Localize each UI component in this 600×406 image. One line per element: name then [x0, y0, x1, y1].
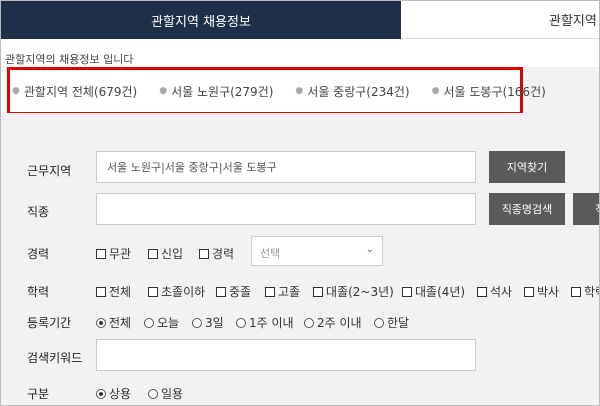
- find-region-button[interactable]: 지역찾기: [489, 151, 565, 183]
- tab-regional-other[interactable]: 관할지역: [401, 1, 599, 39]
- period-label: 등록기간: [27, 316, 72, 330]
- option-label: 고졸: [278, 285, 301, 299]
- option-label: 3일: [205, 316, 224, 330]
- radio-icon: [304, 317, 314, 328]
- option-label: 오늘: [157, 316, 180, 330]
- summary-item-dobong[interactable]: ● 서울 도봉구(166건): [432, 83, 546, 100]
- option-label: 석사: [490, 285, 513, 299]
- category-option-daily[interactable]: 일용: [148, 385, 183, 402]
- education-option-elementary[interactable]: 초졸이하: [148, 283, 205, 300]
- region-summary-box: ● 관할지역 전체(679건) ● 서울 노원구(279건) ● 서울 중랑구(…: [7, 67, 546, 115]
- radio-icon: [148, 388, 158, 399]
- option-label: 초졸이하: [161, 285, 206, 299]
- career-option-none[interactable]: 무관: [96, 245, 131, 262]
- option-label: 대졸(2~3년): [326, 285, 394, 299]
- option-label: 1주 이내: [249, 316, 294, 330]
- tab-regional-jobs[interactable]: 관할지역 채용정보: [1, 1, 401, 39]
- summary-item-label: 서울 노원구(279건): [171, 84, 274, 99]
- period-option-2weeks[interactable]: 2주 이내: [304, 314, 362, 331]
- bullet-icon: ●: [431, 86, 440, 96]
- radio-icon: [192, 317, 202, 328]
- job-type-field[interactable]: [96, 193, 476, 225]
- work-area-label: 근무지역: [27, 164, 72, 178]
- job-extra-button[interactable]: 직: [573, 193, 599, 225]
- option-label: 대졸(4년): [415, 285, 466, 299]
- option-label: 박사: [537, 285, 560, 299]
- checkbox-icon: [265, 286, 275, 297]
- option-label: 일용: [161, 387, 184, 401]
- career-years-select[interactable]: 선택 ⌄: [251, 236, 383, 266]
- tab-bar: 관할지역 채용정보 관할지역: [1, 1, 599, 39]
- select-placeholder: 선택: [260, 247, 281, 260]
- education-option-high[interactable]: 고졸: [265, 283, 300, 300]
- keyword-input[interactable]: [96, 339, 476, 371]
- career-option-experienced[interactable]: 경력: [199, 245, 234, 262]
- checkbox-icon: [402, 286, 412, 297]
- option-label: 신입: [161, 247, 184, 261]
- education-option-doctor[interactable]: 박사: [524, 283, 559, 300]
- option-label: 무관: [109, 247, 132, 261]
- option-label: 학력: [584, 285, 599, 299]
- job-search-button[interactable]: 직종명검색: [489, 193, 565, 225]
- period-option-all[interactable]: 전체: [96, 314, 131, 331]
- bullet-icon: ●: [159, 86, 168, 96]
- checkbox-icon: [524, 286, 534, 297]
- summary-item-all[interactable]: ● 관할지역 전체(679건): [12, 83, 137, 100]
- summary-item-nowon[interactable]: ● 서울 노원구(279건): [159, 83, 273, 100]
- radio-icon: [236, 317, 246, 328]
- education-option-middle[interactable]: 중졸: [216, 283, 251, 300]
- radio-icon: [144, 317, 154, 328]
- option-label: 한달: [387, 316, 410, 330]
- work-area-field[interactable]: 서울 노원구|서울 중랑구|서울 도봉구: [96, 151, 476, 183]
- work-area-value: 서울 노원구|서울 중랑구|서울 도봉구: [107, 161, 277, 174]
- checkbox-icon: [148, 286, 158, 297]
- checkbox-icon: [96, 286, 106, 297]
- radio-selected-icon: [96, 388, 106, 399]
- education-option-master[interactable]: 석사: [477, 283, 512, 300]
- option-label: 전체: [109, 316, 132, 330]
- category-label: 구분: [27, 387, 50, 401]
- summary-item-jungnang[interactable]: ● 서울 중랑구(234건): [295, 83, 409, 100]
- period-option-today[interactable]: 오늘: [144, 314, 179, 331]
- option-label: 전체: [109, 285, 132, 299]
- career-label: 경력: [27, 247, 50, 261]
- checkbox-icon: [96, 248, 106, 259]
- radio-selected-icon: [96, 317, 106, 328]
- option-label: 경력: [212, 247, 235, 261]
- summary-item-label: 서울 도봉구(166건): [443, 84, 546, 99]
- option-label: 2주 이내: [317, 316, 362, 330]
- info-text: 관할지역의 채용정보 입니다: [5, 53, 134, 66]
- education-option-college[interactable]: 대졸(2~3년): [313, 283, 394, 300]
- career-option-new[interactable]: 신입: [148, 245, 183, 262]
- checkbox-icon: [216, 286, 226, 297]
- period-option-1week[interactable]: 1주 이내: [236, 314, 294, 331]
- radio-icon: [374, 317, 384, 328]
- education-option-all[interactable]: 전체: [96, 283, 131, 300]
- checkbox-icon: [313, 286, 323, 297]
- period-option-3days[interactable]: 3일: [192, 314, 224, 331]
- checkbox-icon: [477, 286, 487, 297]
- bullet-icon: ●: [295, 86, 304, 96]
- option-label: 상용: [109, 387, 132, 401]
- checkbox-icon: [571, 286, 581, 297]
- keyword-label: 검색키워드: [27, 351, 83, 365]
- page-frame: 관할지역 채용정보 관할지역 관할지역의 채용정보 입니다 ● 관할지역 전체(…: [0, 0, 600, 406]
- job-type-label: 직종: [27, 205, 50, 219]
- education-option-university[interactable]: 대졸(4년): [402, 283, 465, 300]
- education-option-other[interactable]: 학력: [571, 283, 599, 300]
- checkbox-icon: [199, 248, 209, 259]
- option-label: 중졸: [229, 285, 252, 299]
- chevron-down-icon: ⌄: [365, 244, 374, 255]
- checkbox-icon: [148, 248, 158, 259]
- category-option-regular[interactable]: 상용: [96, 385, 131, 402]
- search-form: 근무지역 서울 노원구|서울 중랑구|서울 도봉구 지역찾기 직종 직종명검색 …: [1, 133, 599, 405]
- summary-item-label: 서울 중랑구(234건): [307, 84, 410, 99]
- summary-item-label: 관할지역 전체(679건): [23, 84, 138, 99]
- education-label: 학력: [27, 285, 50, 299]
- period-option-month[interactable]: 한달: [374, 314, 409, 331]
- separator-band: [1, 113, 599, 133]
- bullet-icon: ●: [12, 86, 20, 96]
